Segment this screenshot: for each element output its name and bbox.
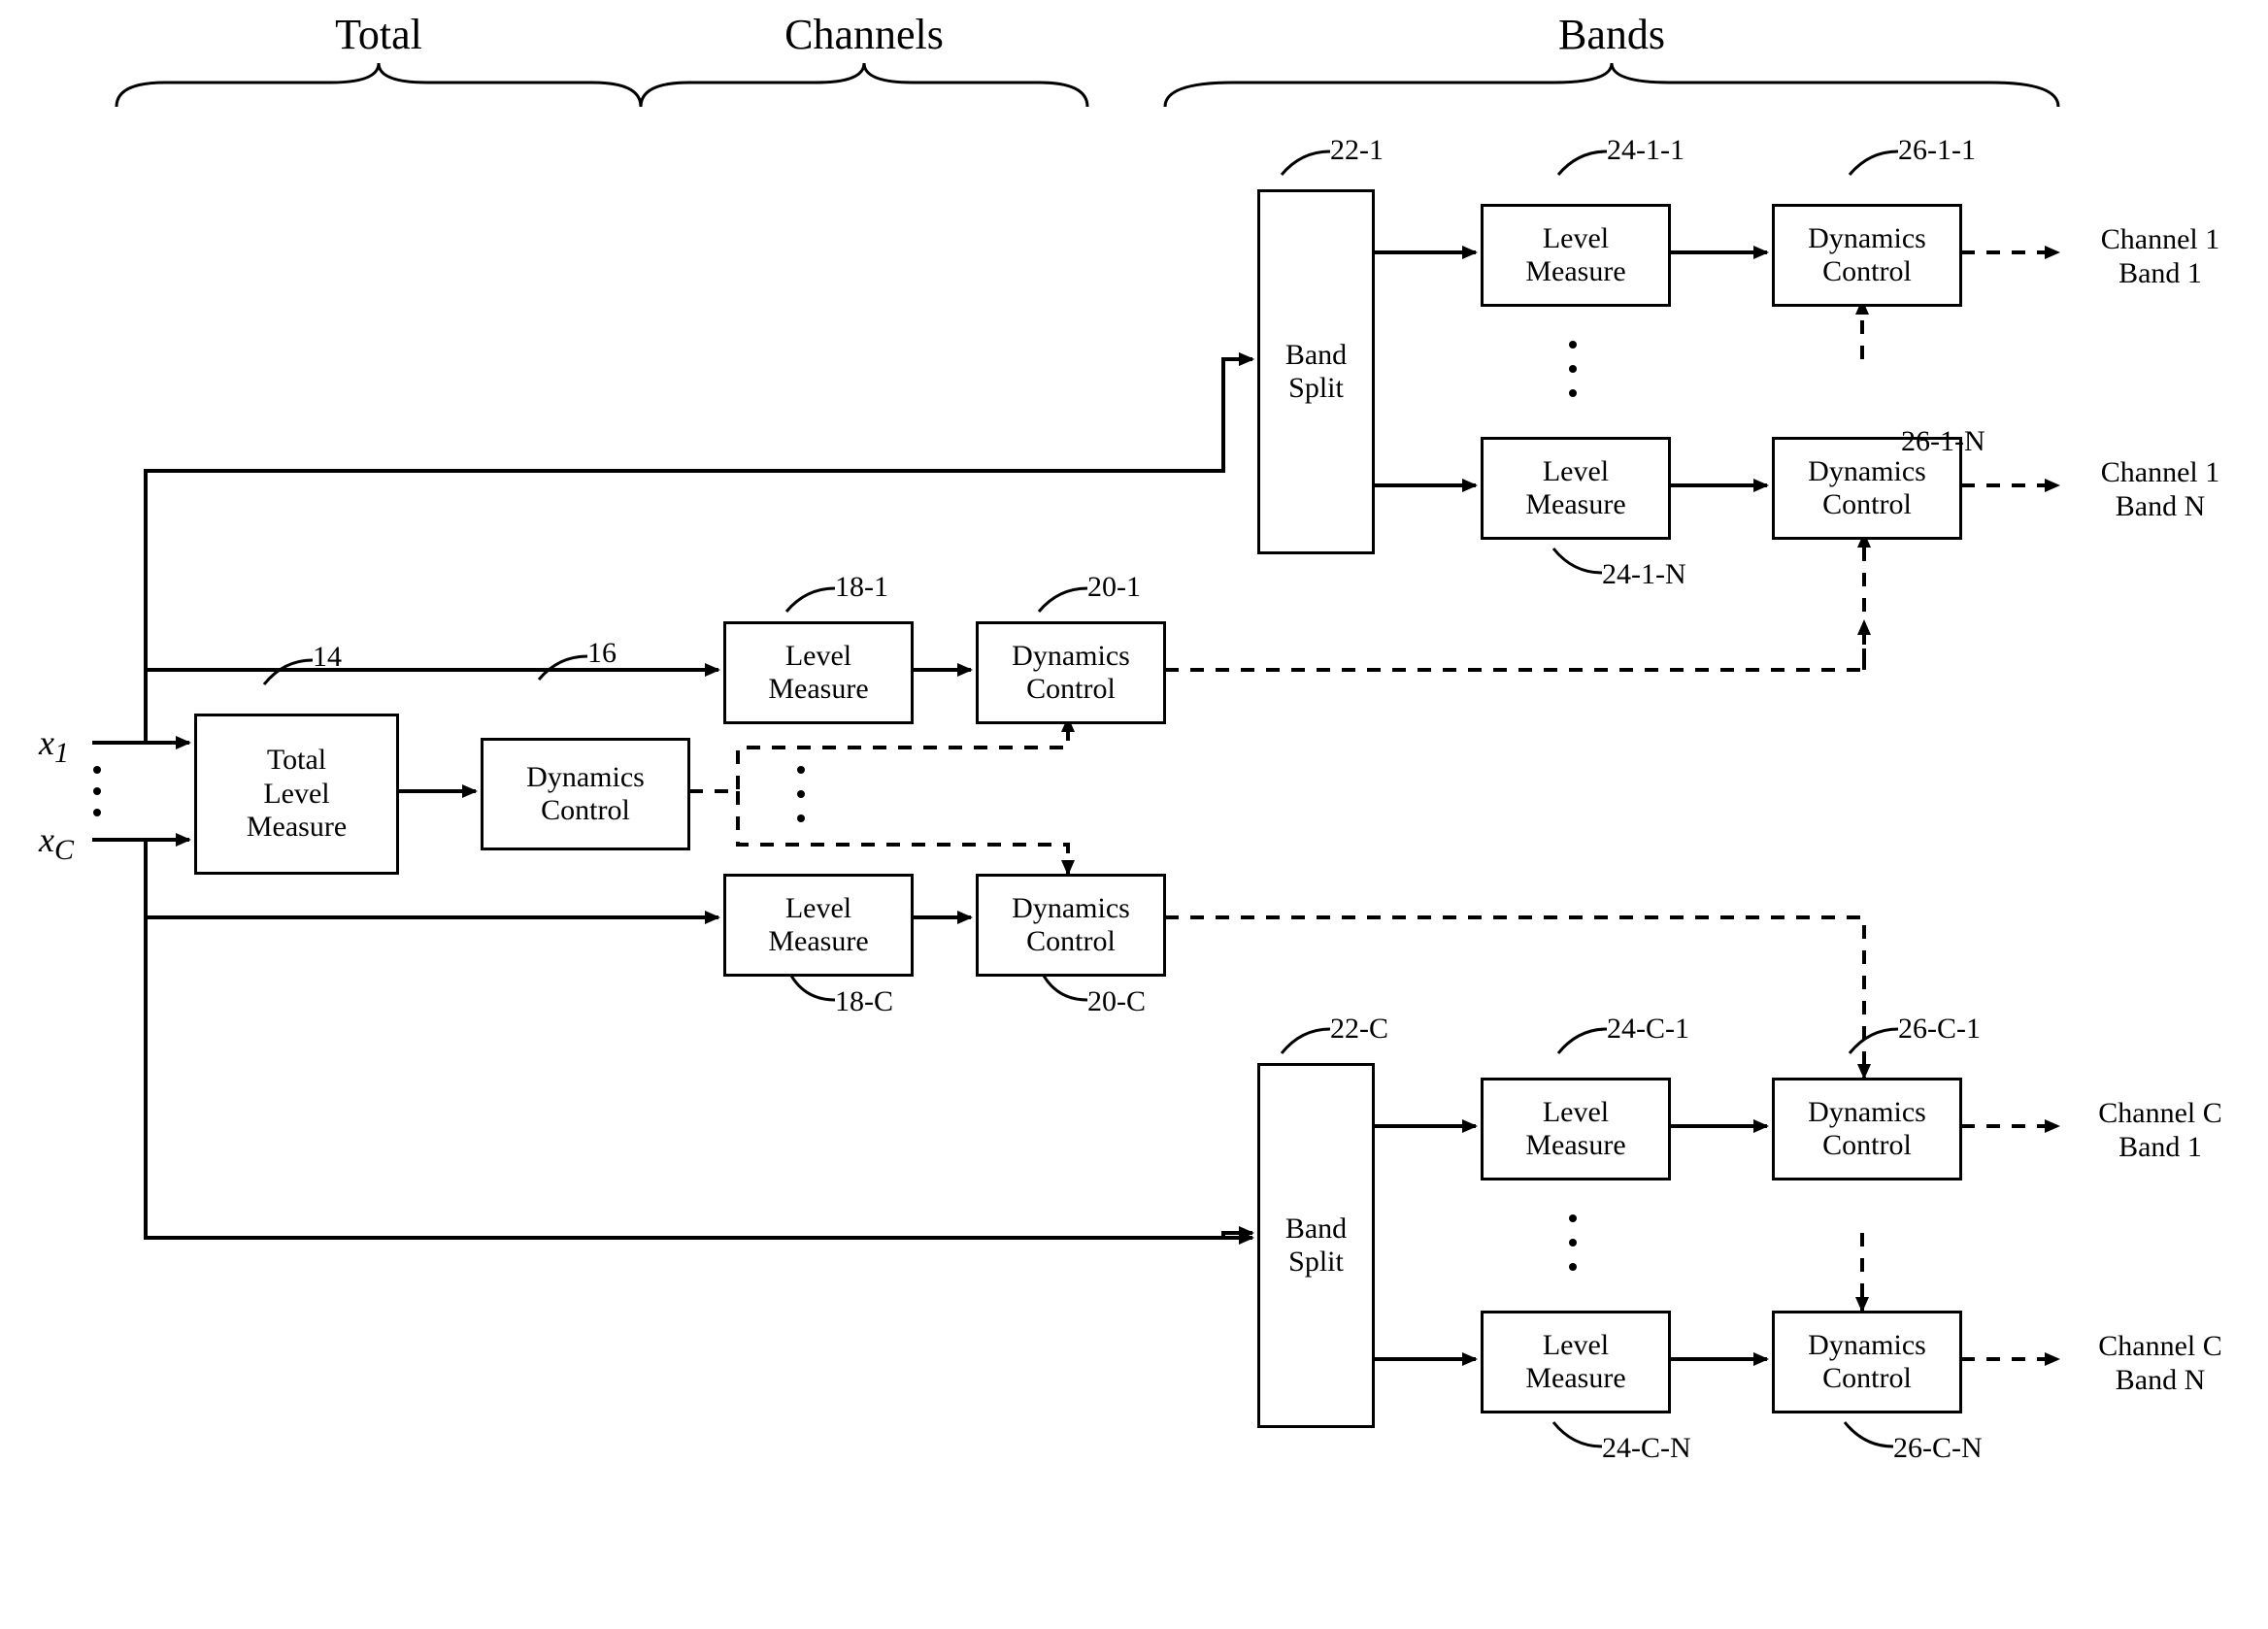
ref-24-1-n: 24-1-N — [1602, 558, 1686, 592]
ref-20-1: 20-1 — [1087, 571, 1141, 605]
block-level-measure-24-1-1: LevelMeasure — [1481, 204, 1671, 307]
ref-24-c-n: 24-C-N — [1602, 1432, 1691, 1466]
block-band-split-22-1: BandSplit — [1257, 189, 1375, 554]
ref-24-1-1: 24-1-1 — [1607, 134, 1684, 168]
block-total-level-measure: TotalLevelMeasure — [194, 714, 399, 875]
block-dynamics-control-20-1: DynamicsControl — [976, 621, 1166, 724]
block-level-measure-24-c-n: LevelMeasure — [1481, 1311, 1671, 1413]
block-level-measure-24-c-1: LevelMeasure — [1481, 1078, 1671, 1180]
ref-26-c-n: 26-C-N — [1893, 1432, 1983, 1466]
ref-26-1-n: 26-1-N — [1901, 425, 1985, 459]
output-ch1-bn: Channel 1Band N — [2068, 456, 2252, 523]
block-dynamics-control-26-1-1: DynamicsControl — [1772, 204, 1962, 307]
ref-26-1-1: 26-1-1 — [1898, 134, 1976, 168]
block-dynamics-control-20-c: DynamicsControl — [976, 874, 1166, 977]
ref-18-c: 18-C — [835, 985, 893, 1019]
input-x1: x1 — [39, 723, 69, 771]
output-chc-b1: Channel CBand 1 — [2068, 1097, 2252, 1164]
ref-24-c-1: 24-C-1 — [1607, 1013, 1689, 1047]
block-band-split-22-c: BandSplit — [1257, 1063, 1375, 1428]
output-ch1-b1: Channel 1Band 1 — [2068, 223, 2252, 290]
block-level-measure-18-c: LevelMeasure — [723, 874, 914, 977]
input-xc: xC — [39, 820, 74, 868]
ref-20-c: 20-C — [1087, 985, 1146, 1019]
block-dynamics-control-26-c-1: DynamicsControl — [1772, 1078, 1962, 1180]
ref-16: 16 — [587, 637, 617, 671]
output-chc-bn: Channel CBand N — [2068, 1330, 2252, 1397]
block-dynamics-control-16: DynamicsControl — [481, 738, 690, 850]
ref-14: 14 — [313, 641, 342, 675]
ref-26-c-1: 26-C-1 — [1898, 1013, 1981, 1047]
block-level-measure-24-1-n: LevelMeasure — [1481, 437, 1671, 540]
ref-22-1: 22-1 — [1330, 134, 1384, 168]
ref-18-1: 18-1 — [835, 571, 888, 605]
ref-22-c: 22-C — [1330, 1013, 1388, 1047]
block-dynamics-control-26-c-n: DynamicsControl — [1772, 1311, 1962, 1413]
block-level-measure-18-1: LevelMeasure — [723, 621, 914, 724]
